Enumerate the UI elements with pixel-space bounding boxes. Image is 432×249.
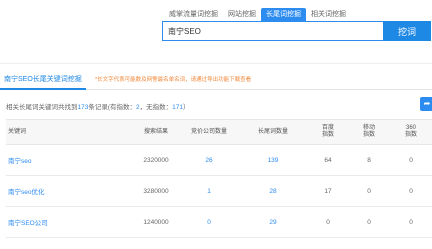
search-input[interactable] [162, 21, 383, 41]
table-row: 南宁SEO公司 1240000 0 29 0 0 0 [6, 206, 432, 238]
cell-long-tail-count[interactable]: 29 [238, 206, 308, 238]
col-mobile-index: 移动 指数 [348, 119, 390, 145]
cell-search-results: 1240000 [132, 206, 180, 238]
col-search-results: 搜索结果 [132, 119, 180, 145]
cell-mobile-index: 0 [348, 175, 390, 207]
section-title: 南宁SEO长尾关键词挖掘 [0, 70, 86, 90]
divider [0, 63, 432, 64]
tool-tabs: 威掌流量词挖掘 网站挖掘 长尾词挖掘 相关词挖掘 [164, 8, 351, 22]
cell-baidu-index: 17 [308, 175, 348, 207]
table-header-row: 关键词 搜索结果 竞价公司数量 长尾词数量 百度 指数 移动 指数 360 指数 [6, 119, 432, 145]
col-bid-companies: 竞价公司数量 [180, 119, 238, 145]
summary-mid: 条记录(有指数： [88, 104, 137, 111]
col-long-tail-count: 长尾词数量 [238, 119, 308, 145]
summary-prefix: 相关长尾词关键词共找到 [6, 104, 78, 111]
keyword-link[interactable]: 南宁seo优化 [6, 175, 132, 207]
summary-mid2: ，无指数： [139, 104, 173, 111]
tab-long-tail[interactable]: 长尾词挖掘 [261, 8, 306, 22]
tab-related-words[interactable]: 相关词挖掘 [306, 8, 351, 22]
search-bar: 挖词 [162, 21, 431, 41]
keyword-link[interactable]: 南宁SEO公司 [6, 206, 132, 238]
col-360-index: 360 指数 [390, 119, 432, 145]
table-row: 南宁seo优化 3280000 1 28 17 0 0 [6, 175, 432, 207]
keyword-table: 关键词 搜索结果 竞价公司数量 长尾词数量 百度 指数 移动 指数 360 指数… [6, 119, 432, 238]
table-row: 南宁seo 2320000 26 139 64 8 0 [6, 144, 432, 176]
cell-360-index: 0 [390, 206, 432, 238]
col-keyword: 关键词 [6, 119, 132, 145]
cell-search-results: 2320000 [132, 144, 180, 176]
tab-site-mining[interactable]: 网站挖掘 [223, 8, 261, 22]
summary-count: 173 [77, 104, 89, 111]
cell-bid-companies[interactable]: 26 [180, 144, 238, 176]
cell-search-results: 3280000 [132, 175, 180, 207]
col-baidu-index: 百度 指数 [308, 119, 348, 145]
section-header: 南宁SEO长尾关键词挖掘 *长文字代表可能数及网警最名单名词，请通过导出功能下载… [0, 70, 432, 90]
summary-no-index: 171 [172, 104, 184, 111]
cell-baidu-index: 64 [308, 144, 348, 176]
summary-suffix: ） [183, 104, 190, 111]
keyword-link[interactable]: 南宁seo [6, 144, 132, 176]
cell-360-index: 0 [390, 175, 432, 207]
cell-mobile-index: 8 [348, 144, 390, 176]
share-icon[interactable]: ➦ [420, 97, 432, 111]
section-note: *长文字代表可能数及网警最名单名词，请通过导出功能下载查看 [95, 77, 252, 83]
cell-bid-companies[interactable]: 1 [180, 175, 238, 207]
cell-long-tail-count[interactable]: 28 [238, 175, 308, 207]
cell-mobile-index: 0 [348, 206, 390, 238]
cell-long-tail-count[interactable]: 139 [238, 144, 308, 176]
result-summary: 相关长尾词关键词共找到173条记录(有指数：2，无指数：171） [6, 101, 190, 111]
cell-360-index: 0 [390, 144, 432, 176]
mine-button[interactable]: 挖词 [383, 21, 431, 41]
tab-traffic-words[interactable]: 威掌流量词挖掘 [164, 8, 223, 22]
cell-baidu-index: 0 [308, 206, 348, 238]
cell-bid-companies[interactable]: 0 [180, 206, 238, 238]
